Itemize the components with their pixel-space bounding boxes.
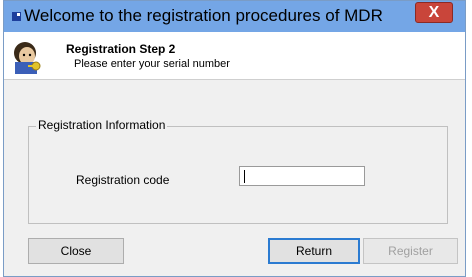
title-bar[interactable]: Welcome to the registration procedures o… [4, 1, 465, 32]
return-button[interactable]: Return [268, 238, 360, 264]
user-key-icon [14, 42, 41, 74]
wizard-header: Registration Step 2 Please enter your se… [4, 32, 465, 80]
step-title: Registration Step 2 [66, 42, 176, 56]
close-button[interactable]: Close [28, 238, 124, 264]
close-icon[interactable]: X [415, 2, 453, 23]
registration-code-input[interactable] [239, 166, 365, 186]
registration-code-label: Registration code [76, 173, 170, 187]
group-label: Registration Information [36, 118, 168, 132]
window-title: Welcome to the registration procedures o… [24, 6, 383, 25]
register-button: Register [363, 238, 458, 264]
step-subtitle: Please enter your serial number [74, 58, 230, 70]
